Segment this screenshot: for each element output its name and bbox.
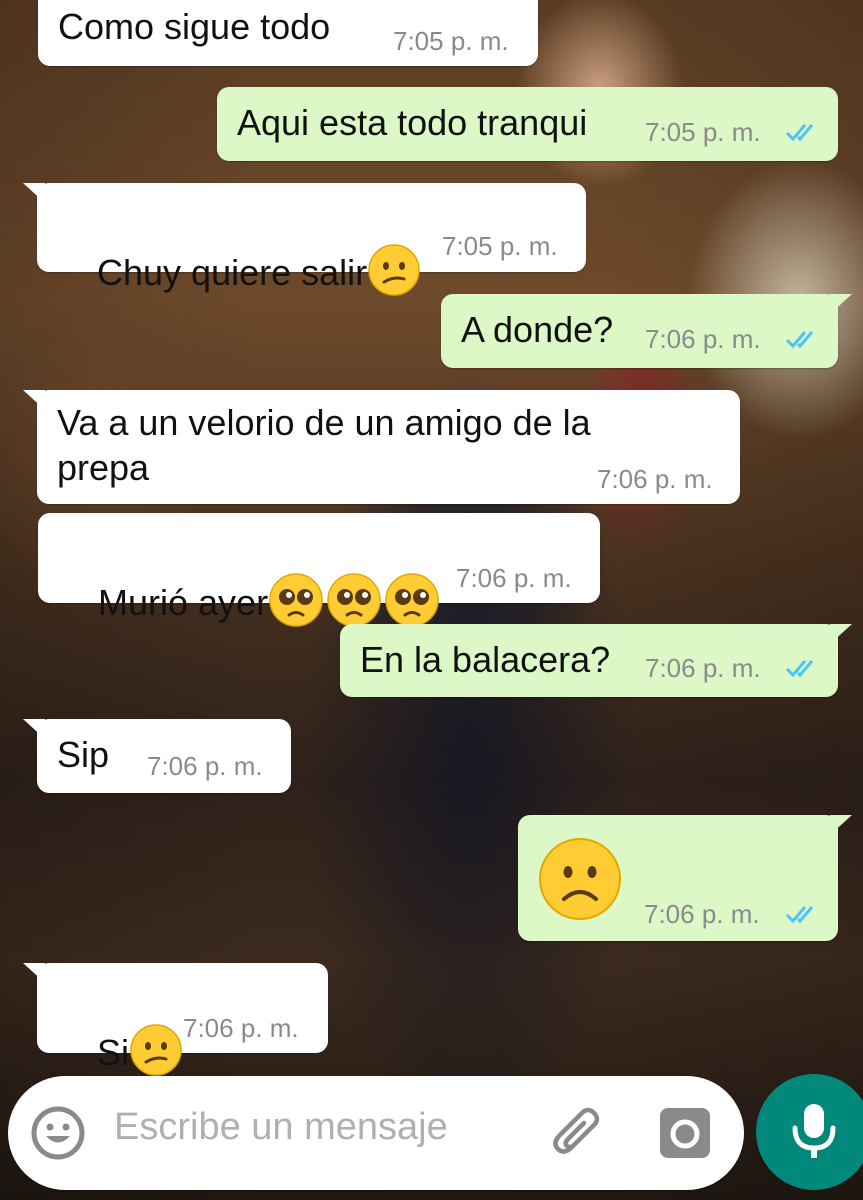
message-bubble-incoming[interactable]: Como sigue todo 7:05 p. m. bbox=[38, 0, 538, 66]
mic-button[interactable] bbox=[756, 1074, 863, 1190]
message-bubble-outgoing[interactable]: En la balacera? 7:06 p. m. bbox=[340, 624, 852, 697]
attach-icon[interactable] bbox=[548, 1103, 608, 1163]
frowning-face-emoji bbox=[539, 838, 621, 920]
message-time: 7:06 p. m. bbox=[645, 324, 761, 354]
confused-face-emoji bbox=[368, 244, 420, 297]
camera-icon[interactable] bbox=[658, 1106, 712, 1160]
message-time: 7:06 p. m. bbox=[644, 899, 760, 929]
message-time: 7:05 p. m. bbox=[393, 26, 509, 56]
pleading-face-emoji bbox=[269, 573, 323, 628]
message-text-body: Murió ayer bbox=[98, 582, 269, 623]
read-receipt-icon bbox=[785, 660, 814, 678]
message-bubble-incoming[interactable]: Chuy quiere salir 7:05 p. m. bbox=[23, 183, 586, 297]
message-bubble-incoming[interactable]: Si 7:06 p. m. bbox=[23, 963, 328, 1077]
pleading-face-emoji bbox=[385, 573, 439, 628]
message-text-body: Chuy quiere salir bbox=[97, 252, 368, 293]
message-time: 7:06 p. m. bbox=[597, 464, 713, 494]
message-bubble-incoming[interactable]: Murió ayer 7:06 p. m. bbox=[38, 513, 600, 628]
message-text: En la balacera? bbox=[360, 639, 611, 680]
read-receipt-icon bbox=[785, 331, 814, 349]
message-time: 7:06 p. m. bbox=[645, 653, 761, 683]
message-bubble-incoming[interactable]: Va a un velorio de un amigo de la prepa … bbox=[23, 390, 740, 504]
message-text: Chuy quiere salir bbox=[57, 205, 421, 342]
message-time: 7:05 p. m. bbox=[645, 117, 761, 147]
message-input[interactable]: Escribe un mensaje bbox=[114, 1106, 448, 1149]
read-receipt-icon bbox=[785, 124, 814, 142]
message-composer[interactable]: Escribe un mensaje bbox=[8, 1076, 744, 1190]
pleading-face-emoji bbox=[327, 573, 381, 628]
message-text: Va a un velorio de un amigo de la prepa bbox=[57, 402, 591, 488]
message-bubble-incoming[interactable]: Sip 7:06 p. m. bbox=[23, 719, 291, 793]
message-text: Como sigue todo bbox=[58, 6, 331, 47]
message-bubble-outgoing[interactable]: 7:06 p. m. bbox=[518, 815, 852, 941]
message-text: Sip bbox=[57, 734, 110, 775]
message-time: 7:06 p. m. bbox=[183, 1013, 299, 1043]
mic-icon bbox=[792, 1104, 836, 1158]
message-time: 7:06 p. m. bbox=[456, 563, 572, 593]
read-receipt-icon bbox=[785, 906, 814, 924]
emoji-icon[interactable] bbox=[30, 1105, 86, 1161]
message-text: Aqui esta todo tranqui bbox=[237, 102, 588, 143]
message-bubble-outgoing[interactable]: A donde? 7:06 p. m. bbox=[441, 294, 852, 368]
message-time: 7:05 p. m. bbox=[442, 231, 558, 261]
confused-face-emoji bbox=[130, 1024, 182, 1077]
message-text-body: Si bbox=[97, 1032, 130, 1073]
message-bubble-outgoing[interactable]: Aqui esta todo tranqui 7:05 p. m. bbox=[217, 87, 838, 161]
message-text: A donde? bbox=[461, 309, 614, 350]
message-time: 7:06 p. m. bbox=[147, 751, 263, 781]
